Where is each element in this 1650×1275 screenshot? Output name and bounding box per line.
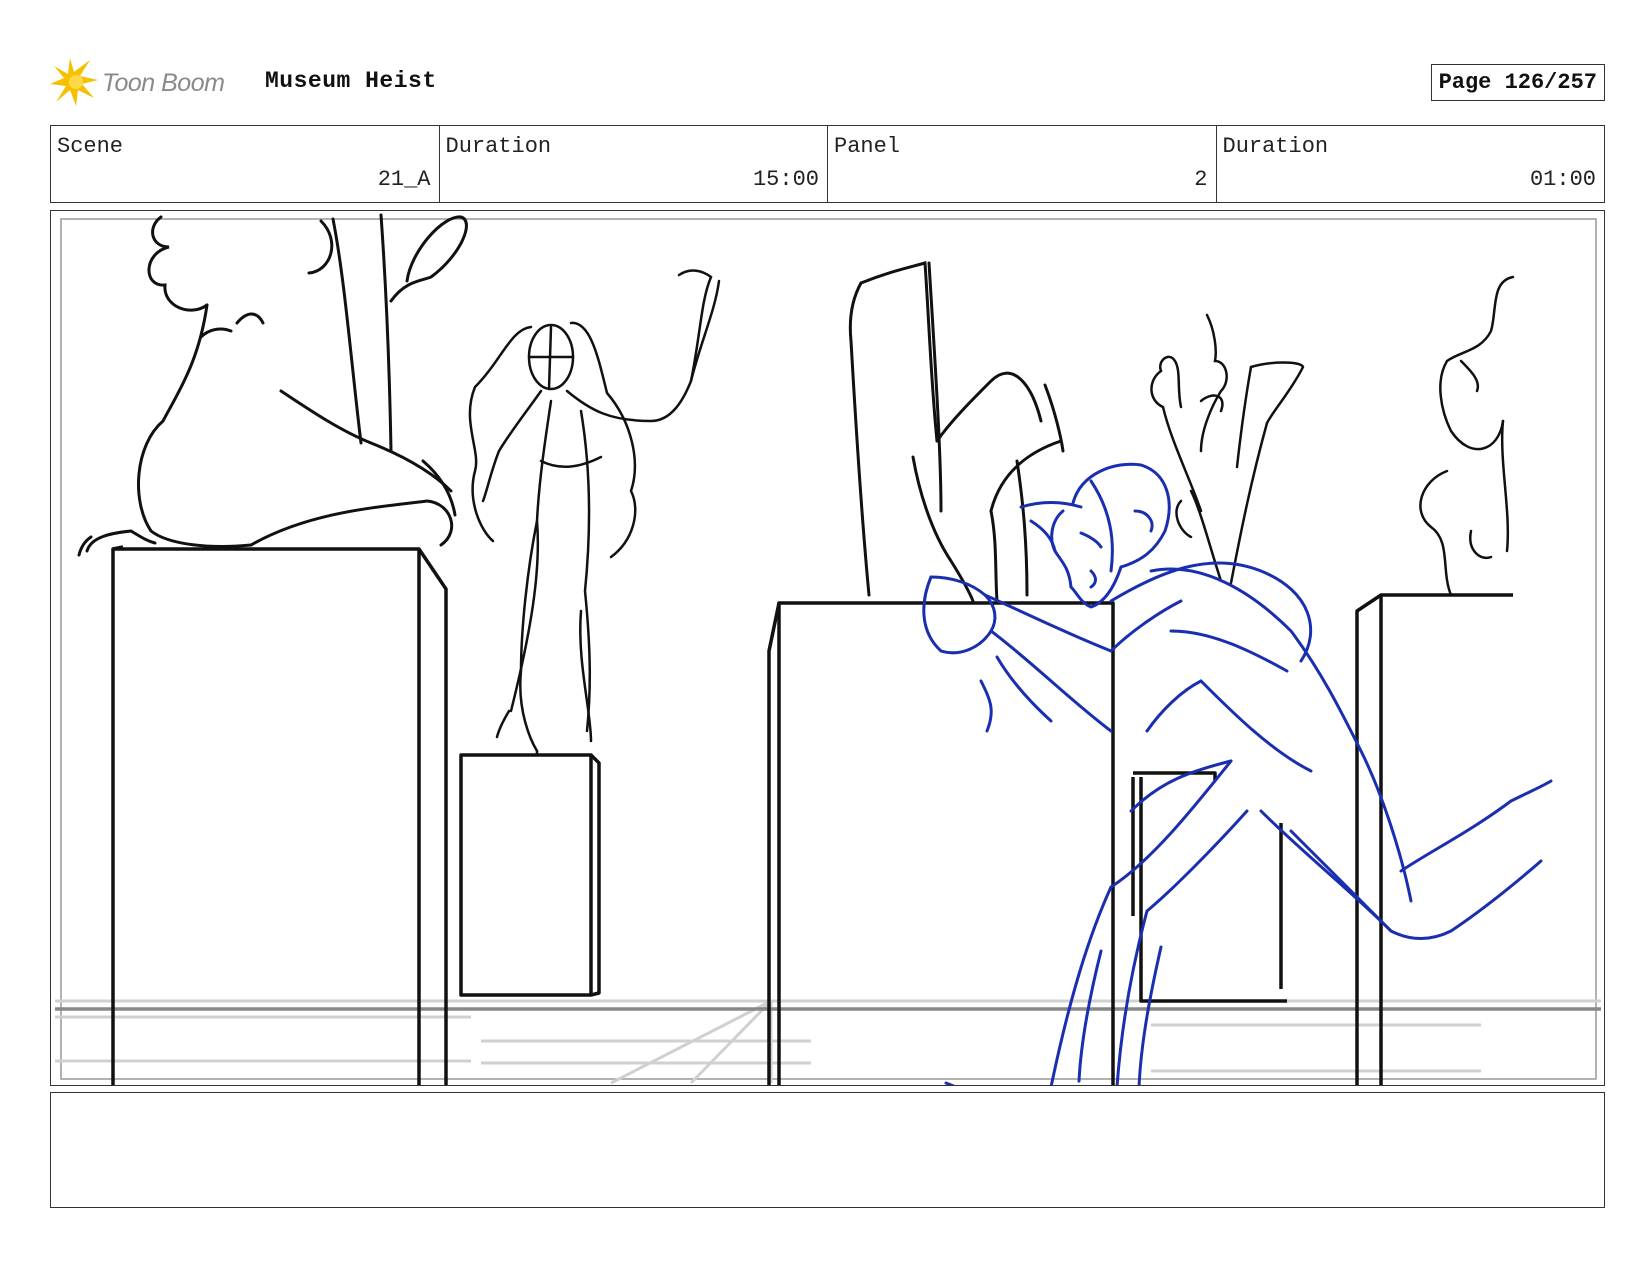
safe-frame: [60, 218, 1597, 1080]
scene-duration-label: Duration: [445, 134, 552, 159]
logo-star-icon: [50, 58, 98, 106]
statue-left: [77, 213, 468, 557]
panel-info-table: Scene 21_A Duration 15:00 Panel 2 Durati…: [50, 125, 1605, 203]
panel-duration-cell: Duration 01:00: [1217, 126, 1605, 202]
pedestals: [111, 545, 1513, 1085]
scene-duration-value: 15:00: [752, 167, 819, 192]
panel-sketch: [55, 213, 1601, 1085]
scene-value: 21_A: [377, 167, 431, 192]
panel-label: Panel: [834, 134, 901, 159]
panel-duration-label: Duration: [1222, 134, 1329, 159]
panel-cell: Panel 2: [828, 126, 1217, 202]
scene-cell: Scene 21_A: [51, 126, 440, 202]
statue-woman: [468, 269, 721, 757]
statue-right: [1419, 275, 1515, 597]
toon-boom-logo: Toon Boom: [50, 58, 225, 108]
character-thief: [922, 462, 1553, 1085]
page-indicator: Page 126/257: [1430, 64, 1605, 101]
statue-wings: [1150, 313, 1305, 585]
panel-notes: [50, 1092, 1605, 1208]
storyboard-panel: [50, 210, 1605, 1086]
scene-label: Scene: [57, 134, 124, 159]
statue-abstract: [848, 261, 1065, 603]
floor-lines: [55, 999, 1601, 1085]
logo-text: Toon Boom: [102, 68, 225, 97]
panel-duration-value: 01:00: [1529, 167, 1596, 192]
panel-value: 2: [1194, 167, 1208, 192]
page-header: Toon Boom Museum Heist Page 126/257: [50, 58, 1605, 108]
scene-duration-cell: Duration 15:00: [440, 126, 828, 202]
project-title: Museum Heist: [265, 68, 437, 94]
